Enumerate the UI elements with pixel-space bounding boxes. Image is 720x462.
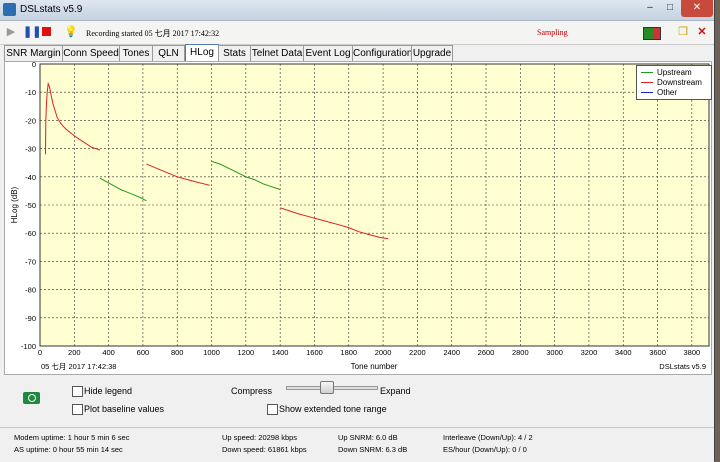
y-tick-label: -20 (25, 116, 36, 125)
x-tick-label: 3400 (615, 348, 632, 357)
y-tick-label: -80 (25, 286, 36, 295)
x-tick-label: 1800 (340, 348, 357, 357)
app-window: DSLstats v5.9 – □ ✕ ▶ ❚❚ 💡 Recording sta… (0, 0, 715, 462)
camera-icon[interactable] (23, 392, 40, 404)
x-tick-label: 1600 (306, 348, 323, 357)
y-axis-label: HLog (dB) (10, 186, 19, 223)
up-snrm: Up SNRM: 6.0 dB (338, 433, 398, 442)
show-extended-checkbox[interactable] (267, 404, 278, 415)
x-tick-label: 2200 (409, 348, 426, 357)
legend-label-other: Other (657, 88, 678, 97)
x-tick-label: 2600 (478, 348, 495, 357)
x-tick-label: 3800 (684, 348, 701, 357)
expand-label: Expand (380, 386, 411, 396)
y-tick-label: -60 (25, 229, 36, 238)
x-tick-label: 2000 (375, 348, 392, 357)
zoom-slider-thumb[interactable] (320, 381, 334, 394)
y-tick-label: -50 (25, 201, 36, 210)
plot-baseline-checkbox[interactable] (72, 404, 83, 415)
x-tick-label: 400 (102, 348, 115, 357)
down-speed: Down speed: 61861 kbps (222, 445, 307, 454)
x-tick-label: 0 (38, 348, 42, 357)
x-tick-label: 2400 (443, 348, 460, 357)
show-extended-label: Show extended tone range (279, 404, 387, 414)
hide-legend-label: Hide legend (84, 386, 133, 396)
x-tick-label: 1000 (203, 348, 220, 357)
y-tick-label: -30 (25, 145, 36, 154)
y-tick-label: 0 (32, 60, 36, 69)
chart-timestamp: 05 七月 2017 17:42:38 (41, 362, 116, 371)
y-tick-label: -100 (21, 342, 36, 351)
x-axis-label: Tone number (351, 362, 398, 371)
as-uptime: AS uptime: 0 hour 55 min 14 sec (14, 445, 123, 454)
hide-legend-checkbox[interactable] (72, 386, 83, 397)
x-tick-label: 200 (68, 348, 81, 357)
plot-baseline-label: Plot baseline values (84, 404, 165, 414)
interleave: Interleave (Down/Up): 4 / 2 (443, 433, 533, 442)
x-tick-label: 800 (171, 348, 184, 357)
es-hour: ES/hour (Down/Up): 0 / 0 (443, 445, 527, 454)
legend-label-upstream: Upstream (657, 68, 692, 77)
chart-legend: Upstream Downstream Other (636, 65, 712, 100)
x-tick-label: 3000 (546, 348, 563, 357)
y-tick-label: -70 (25, 257, 36, 266)
y-tick-label: -90 (25, 314, 36, 323)
compress-label: Compress (231, 386, 273, 396)
legend-label-downstream: Downstream (657, 78, 702, 87)
down-snrm: Down SNRM: 6.3 dB (338, 445, 408, 454)
x-tick-label: 1400 (272, 348, 289, 357)
y-tick-label: -40 (25, 173, 36, 182)
y-tick-label: -10 (25, 88, 36, 97)
status-bar: Modem uptime: 1 hour 5 min 6 sec AS upti… (0, 427, 714, 462)
x-tick-label: 1200 (238, 348, 255, 357)
modem-uptime: Modem uptime: 1 hour 5 min 6 sec (14, 433, 130, 442)
x-tick-label: 3200 (581, 348, 598, 357)
x-tick-label: 600 (137, 348, 150, 357)
x-tick-label: 3600 (649, 348, 666, 357)
up-speed: Up speed: 20298 kbps (222, 433, 298, 442)
chart-watermark: DSLstats v5.9 (659, 362, 706, 371)
x-tick-label: 2800 (512, 348, 529, 357)
hlog-chart: 0 200 400 600 800 1000 1200 1400 1600 1800 2000 220… (10, 60, 710, 371)
